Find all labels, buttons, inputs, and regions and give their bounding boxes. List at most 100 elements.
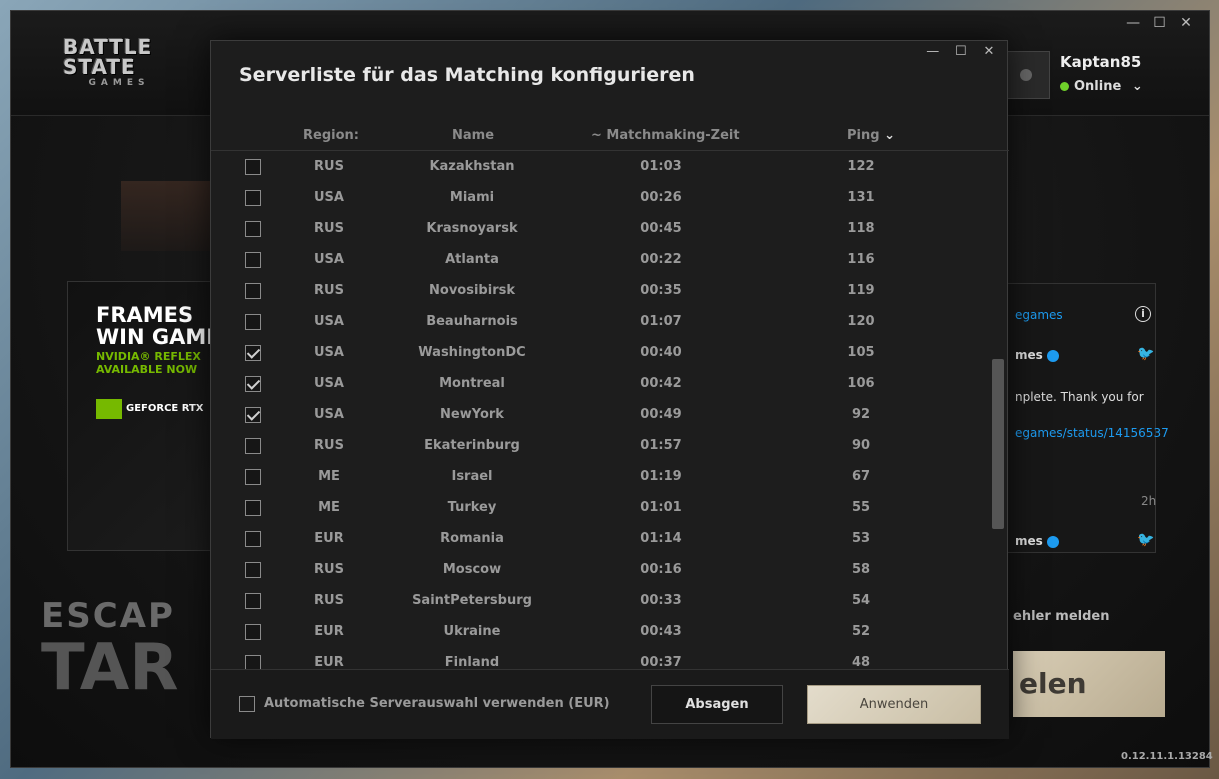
table-row[interactable]: RUS Kazakhstan 01:03 122: [211, 151, 1009, 182]
server-name: Montreal: [439, 376, 505, 391]
column-region[interactable]: Region:: [303, 128, 359, 143]
escape-from-tarkov-logo: ESCAP TAR: [41, 596, 179, 705]
table-row[interactable]: USA NewYork 00:49 92: [211, 399, 1009, 430]
table-row[interactable]: USA Montreal 00:42 106: [211, 368, 1009, 399]
table-header: Region: Name ~ Matchmaking-Zeit Ping ⌄: [211, 123, 1009, 151]
minimize-icon[interactable]: —: [1122, 15, 1144, 31]
server-list: RUS Kazakhstan 01:03 122 USA Miami 00:26 131 RUS…: [211, 151, 1009, 669]
server-ping: 53: [851, 531, 871, 546]
maximize-icon[interactable]: ☐: [949, 44, 973, 59]
column-name[interactable]: Name: [452, 128, 494, 143]
username: Kaptan85: [1060, 53, 1142, 71]
column-ping[interactable]: Ping ⌄: [847, 128, 895, 143]
server-name: SaintPetersburg: [412, 593, 532, 608]
table-row[interactable]: RUS Novosibirsk 00:35 119: [211, 275, 1009, 306]
ad-subtitle: NVIDIA® REFLEX AVAILABLE NOW: [96, 350, 201, 376]
table-row[interactable]: USA WashingtonDC 00:40 105: [211, 337, 1009, 368]
scrollbar[interactable]: [992, 359, 1004, 529]
report-bug-link[interactable]: ehler melden: [1013, 609, 1109, 624]
server-ping: 119: [847, 283, 875, 298]
apply-button[interactable]: Anwenden: [807, 685, 981, 724]
server-name: Ukraine: [443, 624, 501, 639]
server-matchmaking-time: 01:01: [640, 500, 682, 515]
table-row[interactable]: EUR Ukraine 00:43 52: [211, 616, 1009, 647]
server-name: WashingtonDC: [418, 345, 526, 360]
table-row[interactable]: RUS Krasnoyarsk 00:45 118: [211, 213, 1009, 244]
play-button[interactable]: elen: [1013, 651, 1165, 717]
server-name: NewYork: [440, 407, 504, 422]
verified-icon: [1046, 349, 1059, 362]
server-matchmaking-time: 00:45: [640, 221, 682, 236]
server-ping: 122: [847, 159, 875, 174]
table-row[interactable]: USA Beauharnois 01:07 120: [211, 306, 1009, 337]
maximize-icon[interactable]: ☐: [1149, 15, 1171, 31]
tweet-time: 2h: [1141, 494, 1157, 508]
dialog-window-controls: — ☐ ✕: [921, 44, 1001, 59]
tweet-author[interactable]: mes: [1015, 534, 1059, 548]
server-name: Israel: [451, 469, 493, 484]
minimize-icon[interactable]: —: [921, 44, 945, 59]
table-row[interactable]: RUS Ekaterinburg 01:57 90: [211, 430, 1009, 461]
table-row[interactable]: USA Atlanta 00:22 116: [211, 244, 1009, 275]
server-ping: 54: [851, 593, 871, 608]
table-row[interactable]: USA Miami 00:26 131: [211, 182, 1009, 213]
tweet-link[interactable]: egames/status/14156537: [1015, 426, 1169, 440]
sort-chevron-down-icon: ⌄: [884, 128, 895, 143]
table-row[interactable]: RUS SaintPetersburg 00:33 54: [211, 585, 1009, 616]
server-matchmaking-time: 00:35: [640, 283, 682, 298]
server-matchmaking-time: 01:07: [640, 314, 682, 329]
server-name: Miami: [449, 190, 495, 205]
geforce-rtx-badge: GEFORCE RTX: [96, 398, 204, 419]
server-name: Finland: [444, 655, 500, 669]
close-icon[interactable]: ✕: [1175, 15, 1197, 31]
server-name: Atlanta: [445, 252, 499, 267]
server-matchmaking-time: 00:43: [640, 624, 682, 639]
server-matchmaking-time: 01:57: [640, 438, 682, 453]
auto-select-checkbox[interactable]: [239, 696, 255, 712]
nvidia-logo-icon: [96, 398, 122, 419]
dialog-title: Serverliste für das Matching konfigurier…: [239, 64, 695, 86]
server-name: Novosibirsk: [429, 283, 515, 298]
feed-link[interactable]: egames: [1015, 308, 1063, 322]
avatar[interactable]: [1002, 51, 1050, 99]
column-matchmaking-time[interactable]: ~ Matchmaking-Zeit: [591, 128, 740, 143]
server-ping: 105: [847, 345, 875, 360]
cancel-button[interactable]: Absagen: [651, 685, 783, 724]
nvidia-ad-banner[interactable]: FRAMES WIN GAME NVIDIA® REFLEX AVAILABLE…: [67, 281, 217, 551]
table-row[interactable]: EUR Finland 00:37 48: [211, 647, 1009, 669]
server-ping: 92: [851, 407, 871, 422]
server-matchmaking-time: 00:37: [640, 655, 682, 669]
launcher-window-controls: — ☐ ✕: [1122, 15, 1197, 31]
status-dropdown[interactable]: Online ⌄: [1060, 79, 1143, 94]
server-ping: 131: [847, 190, 875, 205]
server-ping: 55: [851, 500, 871, 515]
info-icon[interactable]: i: [1135, 306, 1151, 322]
battlestate-logo: BATTLE STATE GAMES: [63, 35, 153, 88]
close-icon[interactable]: ✕: [977, 44, 1001, 59]
server-ping: 58: [851, 562, 871, 577]
server-matchmaking-time: 00:33: [640, 593, 682, 608]
server-name: Romania: [440, 531, 504, 546]
table-row[interactable]: RUS Moscow 00:16 58: [211, 554, 1009, 585]
table-row[interactable]: EUR Romania 01:14 53: [211, 523, 1009, 554]
server-ping: 48: [851, 655, 871, 669]
server-ping: 118: [847, 221, 875, 236]
server-ping: 90: [851, 438, 871, 453]
profile[interactable]: Kaptan85 Online ⌄: [1002, 51, 1147, 103]
server-name: Ekaterinburg: [424, 438, 520, 453]
online-status-dot-icon: [1060, 82, 1069, 91]
verified-icon: [1046, 535, 1059, 548]
status-label: Online: [1074, 79, 1122, 94]
table-row[interactable]: ME Israel 01:19 67: [211, 461, 1009, 492]
server-matchmaking-time: 00:40: [640, 345, 682, 360]
server-ping: 116: [847, 252, 875, 267]
tweet-author[interactable]: mes: [1015, 348, 1059, 362]
server-name: Turkey: [447, 500, 497, 515]
table-row[interactable]: ME Turkey 01:01 55: [211, 492, 1009, 523]
server-name: Kazakhstan: [429, 159, 515, 174]
server-matchmaking-time: 01:19: [640, 469, 682, 484]
server-ping: 120: [847, 314, 875, 329]
twitter-feed: egames i mes 🐦 nplete. Thank you for ega…: [1006, 283, 1169, 553]
server-matchmaking-time: 00:49: [640, 407, 682, 422]
server-ping: 52: [851, 624, 871, 639]
